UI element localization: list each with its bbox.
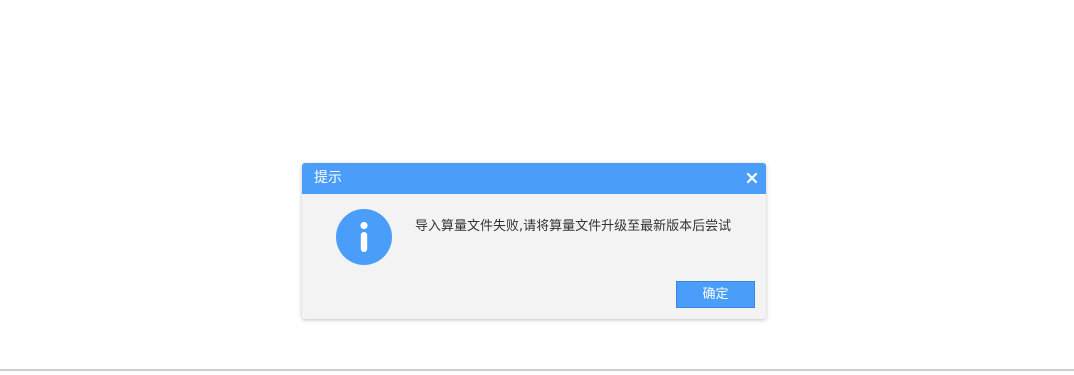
dialog-message: 导入算量文件失败,请将算量文件升级至最新版本后尝试 <box>415 219 732 234</box>
page: 提示 导入算量文件失败,请将算量文件升级至最新版本后尝试 确定 <box>0 0 1074 375</box>
dialog-title: 提示 <box>314 170 342 186</box>
close-icon[interactable] <box>744 170 760 186</box>
ok-button[interactable]: 确定 <box>676 281 755 308</box>
alert-dialog: 提示 导入算量文件失败,请将算量文件升级至最新版本后尝试 确定 <box>302 163 766 319</box>
info-icon <box>336 209 392 265</box>
bottom-divider <box>0 369 1074 371</box>
dialog-titlebar: 提示 <box>302 163 766 194</box>
